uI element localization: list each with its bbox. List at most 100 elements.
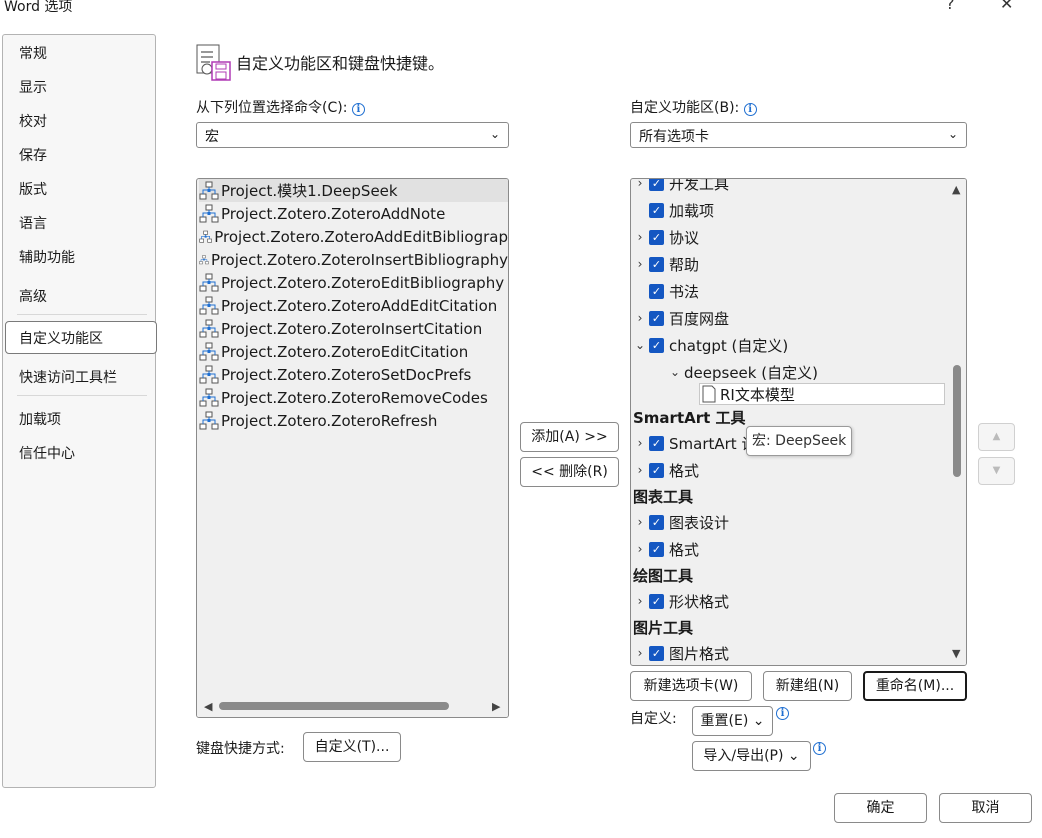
ok-button[interactable]: 确定 (834, 793, 927, 823)
horizontal-scrollbar[interactable]: ◀ ▶ (197, 695, 508, 717)
tree-group-header[interactable]: 图片工具 (633, 616, 693, 638)
tree-item[interactable]: › ✓ 格式 (634, 458, 699, 482)
nav-item-advanced[interactable]: 高级 (19, 286, 47, 306)
expand-icon[interactable]: › (634, 311, 646, 325)
nav-item-layout[interactable]: 版式 (19, 179, 47, 199)
checkbox[interactable]: ✓ (649, 283, 664, 299)
checkbox[interactable]: ✓ (649, 541, 664, 557)
tree-group-header[interactable]: SmartArt 工具 (633, 406, 746, 428)
ribbon-tree[interactable]: › ✓ 开发工具 ✓ 加载项 › ✓ 协议 › ✓ 帮助 ✓ 书法 › ✓ 百度网盘 ⌄ ✓ chatgpt (自定… (630, 178, 967, 666)
rename-button[interactable]: 重命名(M)... (863, 671, 967, 701)
tree-label: deepseek (自定义) (684, 363, 818, 382)
tree-item[interactable]: › ✓ 帮助 (634, 252, 699, 276)
checkbox[interactable]: ✓ (649, 462, 664, 478)
tree-item[interactable]: › ✓ 形状格式 (634, 589, 729, 613)
tree-subgroup[interactable]: ⌄ deepseek (自定义) (669, 360, 818, 384)
command-label: Project.Zotero.ZoteroSetDocPrefs (221, 365, 472, 384)
checkbox[interactable]: ✓ (649, 435, 664, 451)
nav-item-proofing[interactable]: 校对 (19, 111, 47, 131)
chevron-down-icon: ⌄ (489, 127, 500, 141)
commands-list[interactable]: Project.模块1.DeepSeek Project.Zotero.Zoter… (196, 178, 509, 718)
checkbox[interactable]: ✓ (649, 337, 664, 353)
group-label: 绘图工具 (633, 566, 694, 585)
scroll-right-icon[interactable]: ▶ (492, 700, 500, 713)
tree-item[interactable]: ✓ 书法 (634, 279, 699, 303)
expand-icon[interactable]: › (634, 594, 646, 608)
expand-icon[interactable]: › (634, 463, 646, 477)
move-up-button[interactable]: ▲ (978, 423, 1015, 451)
scroll-down-icon[interactable]: ▼ (952, 647, 960, 660)
command-list-item[interactable]: Project.Zotero.ZoteroSetDocPrefs (199, 363, 508, 386)
nav-item-display[interactable]: 显示 (19, 77, 47, 97)
command-list-item[interactable]: Project.模块1.DeepSeek (199, 179, 508, 202)
command-list-item[interactable]: Project.Zotero.ZoteroAddEditBibliograp (199, 225, 508, 248)
nav-item-general[interactable]: 常规 (19, 43, 47, 63)
checkbox[interactable]: ✓ (649, 202, 664, 218)
checkbox[interactable]: ✓ (649, 514, 664, 530)
tree-item[interactable]: › ✓ 百度网盘 (634, 306, 729, 330)
nav-item-quick-access[interactable]: 快速访问工具栏 (19, 367, 117, 387)
command-list-item[interactable]: Project.Zotero.ZoteroAddNote (199, 202, 508, 225)
move-down-button[interactable]: ▼ (978, 457, 1015, 485)
tree-item[interactable]: › ✓ 图表设计 (634, 510, 729, 534)
tree-item[interactable]: › ✓ 格式 (634, 537, 699, 561)
expand-icon[interactable]: › (634, 230, 646, 244)
expand-icon[interactable]: › (634, 542, 646, 556)
scroll-up-icon[interactable]: ▲ (952, 183, 960, 196)
checkbox[interactable]: ✓ (649, 256, 664, 272)
new-tab-button[interactable]: 新建选项卡(W) (630, 671, 752, 701)
nav-item-save[interactable]: 保存 (19, 145, 47, 165)
checkbox[interactable]: ✓ (649, 645, 664, 661)
nav-item-customize-ribbon[interactable]: 自定义功能区 (19, 328, 103, 348)
expand-icon[interactable]: › (634, 257, 646, 271)
command-list-item[interactable]: Project.Zotero.ZoteroRemoveCodes (199, 386, 508, 409)
collapse-icon[interactable]: ⌄ (669, 365, 681, 379)
scroll-thumb[interactable] (953, 365, 961, 477)
expand-icon[interactable]: › (634, 515, 646, 529)
choose-commands-select[interactable]: 宏 ⌄ (196, 122, 509, 148)
add-button[interactable]: 添加(A) >> (520, 422, 619, 452)
nav-item-trust-center[interactable]: 信任中心 (19, 443, 75, 463)
info-icon: i (813, 742, 826, 755)
command-list-item[interactable]: Project.Zotero.ZoteroInsertCitation (199, 317, 508, 340)
command-list-item[interactable]: Project.Zotero.ZoteroEditCitation (199, 340, 508, 363)
tree-item[interactable]: › ✓ 图片格式 (634, 641, 729, 665)
macro-icon (199, 388, 219, 406)
checkbox[interactable]: ✓ (649, 179, 664, 191)
close-button[interactable]: ✕ (1000, 0, 1013, 13)
nav-item-accessibility[interactable]: 辅助功能 (19, 247, 75, 267)
tree-item[interactable]: › ✓ 协议 (634, 225, 699, 249)
tree-group-header[interactable]: 绘图工具 (633, 564, 693, 586)
help-button[interactable]: ? (946, 0, 955, 13)
checkbox[interactable]: ✓ (649, 310, 664, 326)
tree-item[interactable]: ⌄ ✓ chatgpt (自定义) (634, 333, 788, 357)
checkbox[interactable]: ✓ (649, 229, 664, 245)
macro-icon (199, 230, 212, 243)
customize-keyboard-button[interactable]: 自定义(T)... (303, 732, 401, 762)
tree-item[interactable]: › ✓ 开发工具 (634, 179, 729, 195)
tree-leaf-selected[interactable]: RI文本模型 (699, 383, 945, 405)
command-list-item[interactable]: Project.Zotero.ZoteroInsertBibliography (199, 248, 508, 271)
expand-icon[interactable]: › (634, 646, 646, 660)
tree-group-header[interactable]: 图表工具 (633, 485, 693, 507)
new-group-button[interactable]: 新建组(N) (763, 671, 852, 701)
command-list-item[interactable]: Project.Zotero.ZoteroRefresh (199, 409, 508, 432)
scroll-thumb[interactable] (219, 702, 449, 710)
scroll-left-icon[interactable]: ◀ (204, 700, 212, 713)
tree-item[interactable]: ✓ 加载项 (634, 198, 714, 222)
group-label: SmartArt 工具 (633, 408, 746, 427)
cancel-button[interactable]: 取消 (939, 793, 1032, 823)
remove-button[interactable]: << 删除(R) (520, 457, 619, 487)
vertical-scrollbar[interactable]: ▲ ▼ (949, 179, 966, 665)
nav-item-addins[interactable]: 加载项 (19, 409, 61, 429)
import-export-button[interactable]: 导入/导出(P) ⌄ (692, 741, 811, 771)
reset-button[interactable]: 重置(E) ⌄ (692, 706, 773, 736)
expand-icon[interactable]: › (634, 436, 646, 450)
command-list-item[interactable]: Project.Zotero.ZoteroEditBibliography (199, 271, 508, 294)
nav-item-language[interactable]: 语言 (19, 213, 47, 233)
command-list-item[interactable]: Project.Zotero.ZoteroAddEditCitation (199, 294, 508, 317)
expand-icon[interactable]: › (634, 179, 646, 190)
expand-icon[interactable]: ⌄ (634, 338, 646, 352)
checkbox[interactable]: ✓ (649, 593, 664, 609)
ribbon-tabs-select[interactable]: 所有选项卡 ⌄ (630, 122, 967, 148)
